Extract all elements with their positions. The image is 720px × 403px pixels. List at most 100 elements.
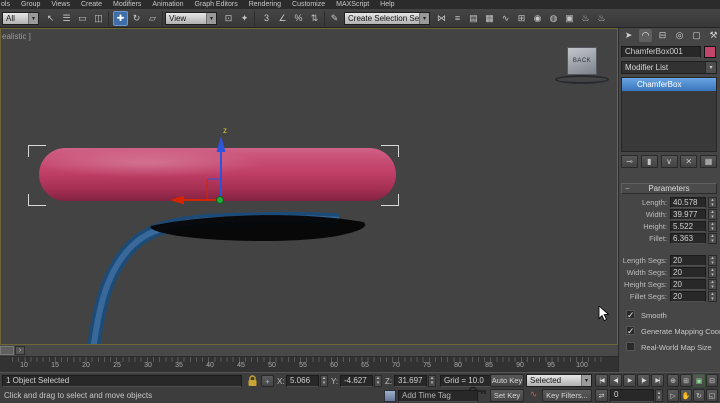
curve-editor-icon[interactable]: ∿	[498, 11, 513, 26]
select-and-move-icon[interactable]: ✚	[113, 11, 128, 26]
menu-item[interactable]: Help	[380, 1, 394, 8]
select-and-rotate-icon[interactable]: ↻	[129, 11, 144, 26]
select-object-icon[interactable]: ↖	[43, 11, 58, 26]
parameters-rollout-header[interactable]: Parameters	[621, 183, 717, 194]
z-coord-field[interactable]: 31.697	[394, 375, 427, 387]
material-editor-icon[interactable]: ◉	[530, 11, 545, 26]
frame-spinner[interactable]	[655, 389, 663, 402]
schematic-view-icon[interactable]: ⊞	[514, 11, 529, 26]
maximize-viewport-button[interactable]: ◱	[706, 389, 718, 402]
tab-utilities[interactable]: ⚒	[707, 29, 720, 42]
key-mode-toggle-button[interactable]: ⇄	[595, 389, 608, 402]
modifier-list-dropdown[interactable]: Modifier List	[621, 61, 717, 74]
object-color-swatch[interactable]	[704, 46, 716, 58]
parameter-value-field[interactable]: 6.363	[670, 233, 706, 244]
parameter-value-field[interactable]: 5.522	[670, 221, 706, 232]
set-key-button[interactable]: Set Key	[490, 389, 524, 402]
mirror-icon[interactable]: ⋈	[434, 11, 449, 26]
menu-item[interactable]: Rendering	[249, 1, 281, 8]
chamferbox-object[interactable]	[39, 148, 396, 201]
menu-item[interactable]: Customize	[292, 1, 325, 8]
percent-snap-icon[interactable]: %	[291, 11, 306, 26]
menu-item[interactable]: Modifiers	[113, 1, 141, 8]
time-tag-icon[interactable]	[384, 390, 396, 402]
checkbox[interactable]	[626, 342, 635, 351]
menu-item[interactable]: Create	[81, 1, 102, 8]
go-to-start-button[interactable]: |◀	[595, 374, 608, 387]
menu-item[interactable]: MAXScript	[336, 1, 369, 8]
absolute-mode-icon[interactable]: +	[261, 375, 274, 387]
perspective-viewport[interactable]: ealistic ] z BACK	[0, 28, 618, 345]
tab-hierarchy[interactable]: ⊟	[656, 29, 669, 42]
show-end-result-button[interactable]: ▮	[641, 155, 658, 168]
render-setup-icon[interactable]: ◍	[546, 11, 561, 26]
tab-display[interactable]: ▢	[690, 29, 703, 42]
viewcube-ring[interactable]	[555, 75, 609, 84]
spinner-control[interactable]	[708, 233, 717, 244]
select-and-scale-icon[interactable]: ▱	[145, 11, 160, 26]
render-production-icon[interactable]: ♨	[578, 11, 593, 26]
x-spinner[interactable]	[320, 375, 328, 387]
spinner-control[interactable]	[708, 221, 717, 232]
key-filters-button[interactable]: Key Filters...	[542, 389, 592, 402]
time-slider[interactable]	[0, 346, 14, 355]
track-bar[interactable]: 101520253035404550556065707580859095100	[0, 357, 618, 372]
time-slider-track[interactable]: ›	[0, 345, 618, 357]
parameter-value-field[interactable]: 20	[670, 267, 706, 278]
spinner-control[interactable]	[708, 291, 717, 302]
tab-modify[interactable]: ◠	[639, 29, 652, 42]
layer-manager-icon[interactable]: ▤	[466, 11, 481, 26]
menu-item[interactable]: Group	[21, 1, 40, 8]
parameter-value-field[interactable]: 20	[670, 255, 706, 266]
next-frame-button[interactable]: |▶	[637, 374, 650, 387]
selection-lock-icon[interactable]	[247, 375, 258, 387]
angle-snap-icon[interactable]: ∠	[275, 11, 290, 26]
select-and-manipulate-icon[interactable]: ✦	[237, 11, 252, 26]
time-slider-next-icon[interactable]: ›	[15, 346, 25, 355]
edit-named-sets-icon[interactable]: ✎	[327, 11, 342, 26]
rectangular-selection-region-icon[interactable]: ▭	[75, 11, 90, 26]
spinner-control[interactable]	[708, 197, 717, 208]
pin-stack-button[interactable]: ⊸	[621, 155, 638, 168]
tab-create[interactable]: ➤	[622, 29, 635, 42]
reference-coordinate-dropdown[interactable]: View	[165, 12, 217, 25]
align-icon[interactable]: ≡	[450, 11, 465, 26]
menu-item[interactable]: Graph Editors	[195, 1, 238, 8]
select-by-name-icon[interactable]: ☰	[59, 11, 74, 26]
render-iterative-icon[interactable]: ♨	[594, 11, 609, 26]
object-name-field[interactable]: ChamferBox001	[621, 46, 701, 58]
checkbox[interactable]	[626, 326, 635, 335]
field-of-view-button[interactable]: ▷	[667, 389, 679, 402]
modifier-stack-item[interactable]: ChamferBox	[622, 78, 716, 91]
checkbox[interactable]	[626, 310, 635, 319]
z-spinner[interactable]	[428, 375, 436, 387]
key-tangent-icon[interactable]: ∿	[527, 389, 540, 402]
current-frame-field[interactable]: 0	[610, 389, 654, 402]
spinner-control[interactable]	[708, 279, 717, 290]
spinner-snap-icon[interactable]: ⇅	[307, 11, 322, 26]
go-to-end-button[interactable]: ▶|	[651, 374, 664, 387]
menu-item[interactable]: ols	[1, 1, 10, 8]
parameter-value-field[interactable]: 39.977	[670, 209, 706, 220]
play-button[interactable]: ▶	[623, 374, 636, 387]
parameter-value-field[interactable]: 20	[670, 279, 706, 290]
tab-motion[interactable]: ◎	[673, 29, 686, 42]
key-mode-dropdown[interactable]: Selected	[526, 374, 592, 387]
spinner-control[interactable]	[708, 267, 717, 278]
snap-toggle-icon[interactable]: 3	[259, 11, 274, 26]
menu-item[interactable]: Animation	[152, 1, 183, 8]
previous-frame-button[interactable]: ◀|	[609, 374, 622, 387]
menu-item[interactable]: Views	[51, 1, 70, 8]
zoom-all-button[interactable]: ⊞	[680, 374, 692, 387]
parameter-value-field[interactable]: 40.578	[670, 197, 706, 208]
pan-button[interactable]: ✋	[680, 389, 692, 402]
add-time-tag-field[interactable]: Add Time Tag	[398, 390, 478, 402]
x-coord-field[interactable]: 5.066	[286, 375, 319, 387]
spinner-control[interactable]	[708, 209, 717, 220]
named-selection-sets-dropdown[interactable]: Create Selection Se	[344, 12, 430, 25]
viewcube[interactable]: BACK	[567, 47, 597, 75]
zoom-extents-selected-button[interactable]: ▣	[693, 374, 705, 387]
window-crossing-icon[interactable]: ◫	[91, 11, 106, 26]
remove-modifier-button[interactable]: ✕	[680, 155, 697, 168]
zoom-extents-all-button[interactable]: ⊟	[706, 374, 718, 387]
